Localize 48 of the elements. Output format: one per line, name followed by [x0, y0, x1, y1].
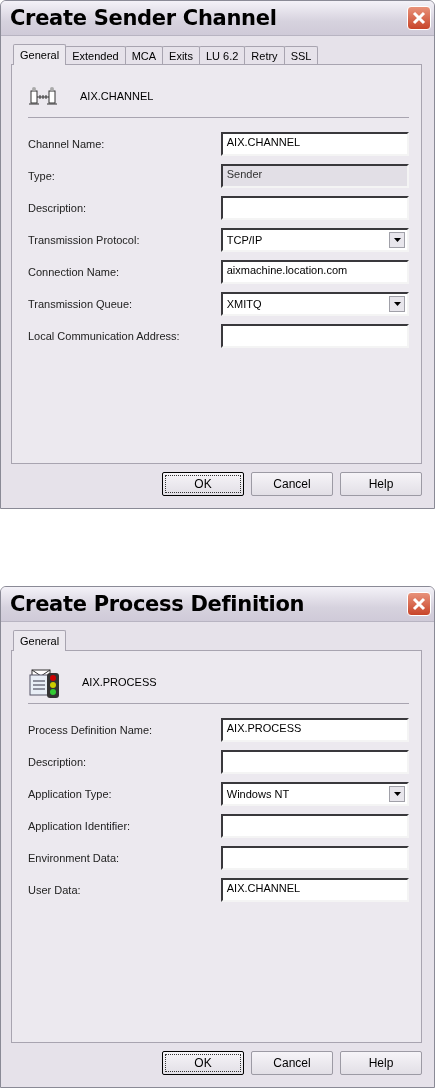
field-label: Process Definition Name:: [28, 724, 154, 736]
field-label: Description:: [28, 756, 88, 768]
dropdown[interactable]: Windows NT: [220, 782, 409, 806]
field-label: Transmission Queue:: [28, 298, 134, 310]
text-field[interactable]: [220, 750, 409, 774]
dropdown[interactable]: XMITQ: [220, 292, 409, 316]
field-label: Transmission Protocol:: [28, 234, 141, 246]
dropdown-arrow-icon: [393, 238, 401, 242]
text-field[interactable]: AIX.CHANNEL: [220, 878, 409, 902]
field-label: Application Identifier:: [28, 820, 132, 832]
close-button[interactable]: [407, 592, 431, 616]
close-icon: [412, 11, 426, 25]
field-label: Type:: [28, 170, 56, 182]
field-label: Environment Data:: [28, 852, 121, 864]
text-field[interactable]: [220, 814, 409, 838]
dialog-button[interactable]: Help: [340, 472, 422, 496]
text-field[interactable]: AIX.CHANNEL: [220, 132, 409, 156]
field-label: Local Communication Address:: [28, 330, 181, 342]
close-button[interactable]: [407, 6, 431, 30]
dialog-button[interactable]: Help: [340, 1051, 422, 1075]
close-icon: [412, 597, 426, 611]
object-name: AIX.CHANNEL: [80, 90, 154, 102]
tab[interactable]: General: [13, 630, 67, 651]
dropdown-arrow-icon: [393, 302, 401, 306]
readonly-field: Sender: [220, 164, 409, 188]
tab[interactable]: Retry: [244, 46, 285, 64]
dialog-button[interactable]: Cancel: [251, 1051, 333, 1075]
tab[interactable]: SSL: [283, 46, 319, 64]
text-field[interactable]: aixmachine.location.com: [220, 260, 409, 284]
field-label: User Data:: [28, 884, 82, 896]
channel-icon: [28, 85, 60, 107]
window-title: Create Sender Channel: [10, 6, 277, 30]
dialog-button[interactable]: Cancel: [251, 472, 333, 496]
text-field[interactable]: [220, 196, 409, 220]
dropdown[interactable]: TCP/IP: [220, 228, 409, 252]
dropdown-arrow-icon: [393, 792, 401, 796]
dialog-button[interactable]: OK: [162, 1051, 244, 1075]
tab[interactable]: General: [13, 44, 67, 65]
field-label: Connection Name:: [28, 266, 121, 278]
object-name: AIX.PROCESS: [82, 676, 157, 688]
field-label: Channel Name:: [28, 138, 106, 150]
dialog-button[interactable]: OK: [162, 472, 244, 496]
text-field[interactable]: [220, 846, 409, 870]
field-label: Application Type:: [28, 788, 113, 800]
window-title: Create Process Definition: [10, 592, 305, 616]
text-field[interactable]: [220, 324, 409, 348]
text-field[interactable]: AIX.PROCESS: [220, 718, 409, 742]
field-label: Description:: [28, 202, 88, 214]
